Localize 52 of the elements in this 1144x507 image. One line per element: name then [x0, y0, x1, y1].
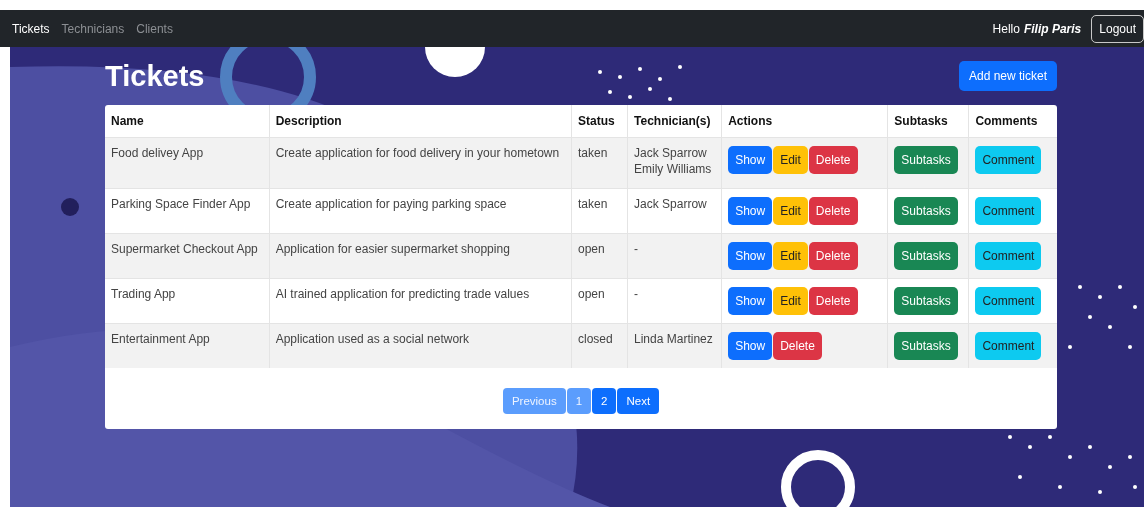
technician-name: Jack Sparrow [634, 145, 708, 162]
comment-button[interactable]: Comment [975, 146, 1042, 174]
subtasks-button[interactable]: Subtasks [894, 242, 958, 270]
comment-button[interactable]: Comment [975, 197, 1042, 225]
technician-name: Jack Sparrow [634, 196, 708, 213]
table-cell: Entertainment App [105, 323, 270, 368]
comment-button[interactable]: Comment [975, 287, 1042, 315]
delete-button[interactable]: Delete [808, 197, 858, 225]
nav-link[interactable]: Tickets [12, 21, 50, 36]
table-cell: taken [571, 137, 628, 189]
technician-name: Emily Williams [634, 161, 713, 178]
show-button[interactable]: Show [728, 287, 773, 315]
table-cell: Create application for food delivery in your hometown [269, 137, 572, 189]
delete-button[interactable]: Delete [773, 332, 822, 360]
subtasks-button[interactable]: Subtasks [894, 146, 958, 174]
table-cell: open [571, 233, 628, 279]
subtasks-button[interactable]: Subtasks [894, 197, 958, 225]
edit-button[interactable]: Edit [773, 197, 808, 225]
comment-button[interactable]: Comment [975, 242, 1042, 270]
table-cell: Supermarket Checkout App [105, 233, 270, 279]
comment-button[interactable]: Comment [975, 332, 1042, 360]
delete-button[interactable]: Delete [808, 242, 858, 270]
user-name: Filip Paris [1023, 21, 1082, 36]
page-button[interactable]: Next [617, 388, 660, 414]
circle-decoration [425, 47, 485, 77]
show-button[interactable]: Show [728, 146, 773, 174]
page-title: Tickets [105, 59, 205, 93]
dot-decoration [61, 198, 79, 216]
add-ticket-button[interactable]: Add new ticket [958, 61, 1057, 91]
table-cell: Application for easier supermarket shopping [269, 233, 572, 279]
greeting-text: Hello [992, 21, 1020, 36]
nav-link[interactable]: Technicians [61, 21, 125, 36]
table-cell: Application used as a social network [269, 323, 572, 368]
technician-name: Linda Martinez [634, 331, 714, 348]
edit-button[interactable]: Edit [773, 146, 808, 174]
edit-button[interactable]: Edit [773, 242, 808, 270]
technician-name: - [634, 286, 640, 303]
nav-link[interactable]: Clients [136, 21, 173, 36]
logout-button[interactable]: Logout [1091, 14, 1144, 43]
delete-button[interactable]: Delete [808, 287, 858, 315]
show-button[interactable]: Show [728, 332, 773, 360]
technician-name: - [634, 241, 640, 258]
column-header: Comments [968, 105, 1057, 138]
table-cell: closed [571, 323, 628, 368]
page-button[interactable]: 2 [592, 388, 617, 414]
table-cell: Food delivey App [105, 137, 270, 189]
subtasks-button[interactable]: Subtasks [894, 287, 958, 315]
edit-button[interactable]: Edit [773, 287, 808, 315]
subtasks-button[interactable]: Subtasks [894, 332, 958, 360]
show-button[interactable]: Show [728, 242, 773, 270]
show-button[interactable]: Show [728, 197, 773, 225]
delete-button[interactable]: Delete [808, 146, 858, 174]
